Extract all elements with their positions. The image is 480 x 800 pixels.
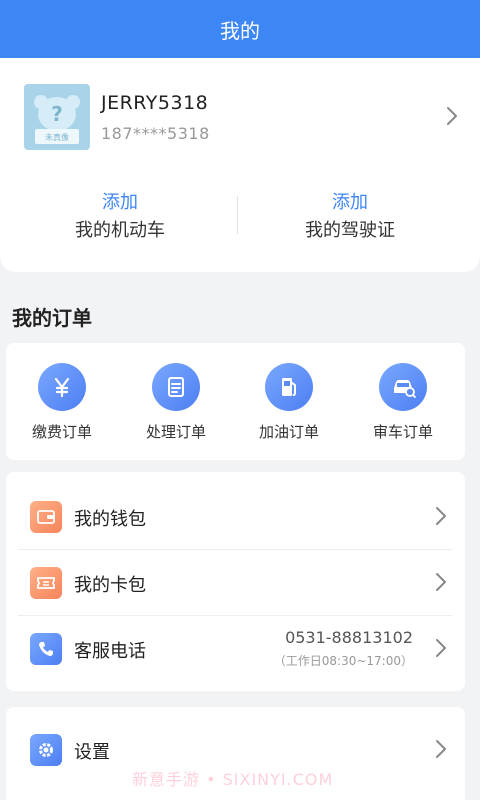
document-icon — [152, 363, 200, 411]
add-license-button[interactable]: 添加 我的驾驶证 — [230, 188, 470, 242]
fuel-orders-button[interactable]: 加油订单 — [239, 363, 339, 442]
process-orders-label: 处理订单 — [145, 423, 206, 441]
ticket-icon — [30, 567, 62, 599]
add-vehicle-button[interactable]: 添加 我的机动车 — [0, 188, 240, 242]
add-license-link[interactable]: 添加 — [230, 188, 470, 214]
chevron-right-icon — [435, 572, 447, 596]
avatar-question-mark: ? — [51, 102, 63, 126]
customer-service-label: 客服电话 — [74, 641, 146, 662]
service-hours: （工作日08:30~17:00） — [273, 654, 413, 668]
car-inspect-icon — [379, 363, 427, 411]
avatar[interactable]: ? 未真像 — [24, 84, 90, 150]
service-phone-number[interactable]: 0531-88813102 — [285, 628, 413, 647]
phone-number: 187****5318 — [101, 124, 210, 143]
settings-label: 设置 — [74, 742, 110, 763]
chevron-right-icon[interactable] — [446, 106, 458, 130]
fuel-pump-icon — [265, 363, 313, 411]
card-pack-row[interactable]: 我的卡包 — [6, 550, 465, 616]
inspection-orders-button[interactable]: 审车订单 — [353, 363, 453, 442]
payment-orders-label: 缴费订单 — [31, 423, 92, 441]
yen-icon — [38, 363, 86, 411]
wallet-icon — [30, 501, 62, 533]
inspection-orders-label: 审车订单 — [372, 423, 433, 441]
phone-icon — [30, 633, 62, 665]
add-vehicle-link[interactable]: 添加 — [0, 188, 240, 214]
chevron-right-icon — [435, 506, 447, 530]
menu-card: 我的钱包 我的卡包 客服电话 0531-88813102 （工作日08:30~1… — [6, 472, 465, 691]
chevron-right-icon — [435, 739, 447, 763]
wallet-label: 我的钱包 — [74, 509, 146, 530]
avatar-caption: 未真像 — [45, 132, 69, 142]
process-orders-button[interactable]: 处理订单 — [126, 363, 226, 442]
username: JERRY5318 — [101, 92, 209, 114]
chevron-right-icon — [435, 638, 447, 662]
top-bar: 我的 — [0, 0, 480, 58]
page-title: 我的 — [220, 18, 260, 43]
card-pack-label: 我的卡包 — [74, 575, 146, 596]
watermark: 新意手游 • SIXINYI.COM — [132, 770, 334, 789]
payment-orders-button[interactable]: 缴费订单 — [12, 363, 112, 442]
gear-icon — [30, 734, 62, 766]
orders-card: 缴费订单 处理订单 加油订单 审车订单 — [6, 343, 465, 460]
my-vehicle-label: 我的机动车 — [75, 220, 165, 241]
fuel-orders-label: 加油订单 — [258, 423, 319, 441]
orders-section-title: 我的订单 — [12, 306, 92, 330]
customer-service-row[interactable]: 客服电话 0531-88813102 （工作日08:30~17:00） — [6, 616, 465, 682]
wallet-row[interactable]: 我的钱包 — [6, 484, 465, 550]
my-license-label: 我的驾驶证 — [305, 220, 395, 241]
profile-card[interactable]: ? 未真像 JERRY5318 187****5318 添加 我的机动车 添加 … — [0, 58, 480, 272]
